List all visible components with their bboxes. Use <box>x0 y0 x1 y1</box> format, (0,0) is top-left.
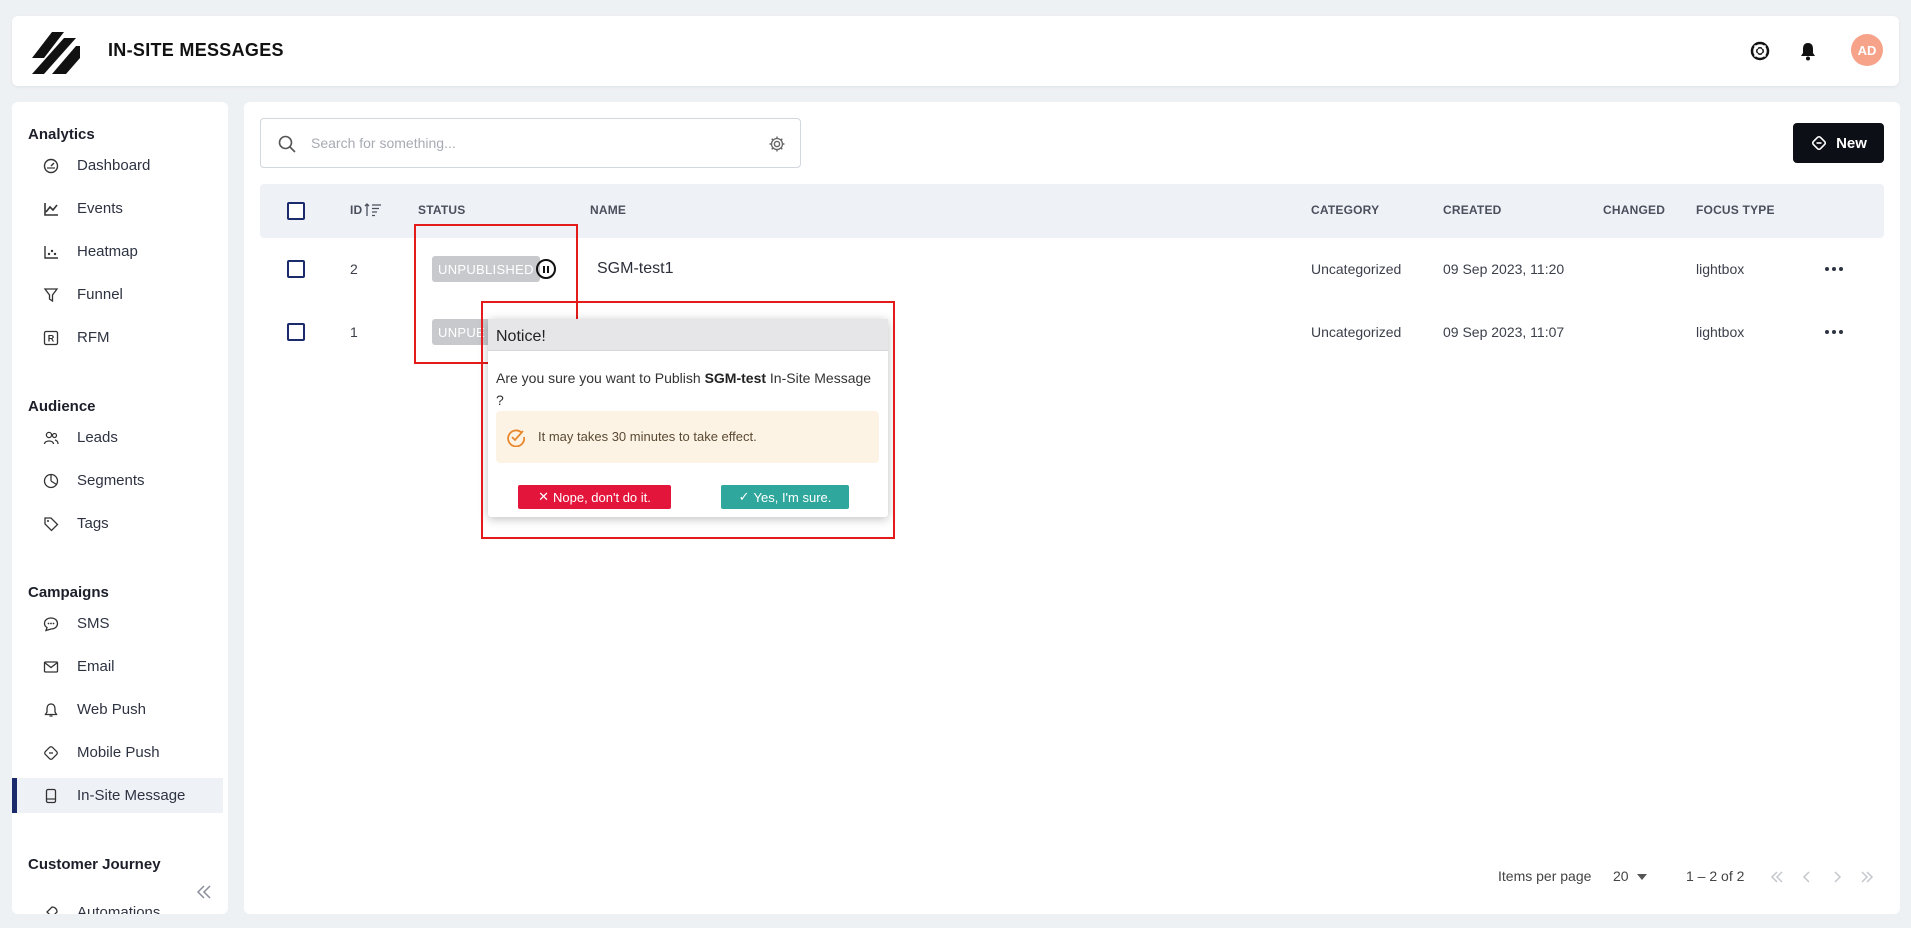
svg-text:R: R <box>48 333 55 343</box>
sidebar-item-heatmap[interactable]: Heatmap <box>12 234 223 269</box>
more-icon[interactable] <box>1825 330 1843 334</box>
sidebar-item-label: Tags <box>77 515 109 532</box>
sidebar-item-automations[interactable]: Automations <box>12 895 223 914</box>
sidebar-item-label: Email <box>77 658 115 675</box>
users-icon <box>42 429 60 447</box>
new-button-label: New <box>1836 134 1867 152</box>
search-icon <box>278 135 296 153</box>
column-id[interactable]: ID <box>350 203 362 217</box>
sidebar-item-sms[interactable]: SMS <box>12 606 223 641</box>
support-icon[interactable] <box>1747 38 1773 64</box>
row-created: 09 Sep 2023, 11:07 <box>1443 324 1565 340</box>
more-icon[interactable] <box>1825 267 1843 271</box>
select-all-checkbox[interactable] <box>287 202 305 220</box>
bell-outline-icon <box>42 701 60 719</box>
sidebar-item-label: RFM <box>77 329 110 346</box>
chevron-down-icon <box>1637 874 1647 880</box>
collapse-sidebar-icon[interactable] <box>194 882 214 902</box>
row-name[interactable]: SGM-test1 <box>597 260 673 278</box>
device-icon <box>42 787 60 805</box>
column-status: STATUS <box>418 203 466 217</box>
row-focus-type: lightbox <box>1696 324 1745 340</box>
sidebar-item-web-push[interactable]: Web Push <box>12 692 223 727</box>
items-per-page-label: Items per page <box>1498 868 1592 884</box>
pagination: Items per page 20 1 – 2 of 2 <box>244 862 1900 892</box>
column-focus-type: FOCUS TYPE <box>1696 203 1775 217</box>
sidebar-item-label: Leads <box>77 429 118 446</box>
row-created: 09 Sep 2023, 11:20 <box>1443 261 1565 277</box>
sidebar-item-label: Heatmap <box>77 243 138 260</box>
last-page-icon[interactable] <box>1858 868 1876 886</box>
rfm-icon: R <box>42 329 60 347</box>
funnel-icon <box>42 286 60 304</box>
column-category: CATEGORY <box>1311 203 1380 217</box>
sidebar-item-label: Funnel <box>77 286 123 303</box>
first-page-icon[interactable] <box>1768 868 1786 886</box>
page-range: 1 – 2 of 2 <box>1686 868 1745 884</box>
line-chart-icon <box>42 200 60 218</box>
sidebar: Analytics Dashboard Events Heatmap Funne… <box>12 102 228 914</box>
row-id: 1 <box>350 324 358 340</box>
column-name: NAME <box>590 203 627 217</box>
sidebar-item-label: Web Push <box>77 701 146 718</box>
sidebar-item-segments[interactable]: Segments <box>12 463 223 498</box>
mobile-push-icon <box>42 744 60 762</box>
gauge-icon <box>42 157 60 175</box>
row-id: 2 <box>350 261 358 277</box>
sidebar-item-funnel[interactable]: Funnel <box>12 277 223 312</box>
sidebar-item-rfm[interactable]: R RFM <box>12 320 223 355</box>
sidebar-section-audience: Audience <box>28 398 96 415</box>
page-size-select[interactable]: 20 <box>1613 866 1653 888</box>
avatar[interactable]: AD <box>1851 34 1883 66</box>
chat-icon <box>42 615 60 633</box>
column-created: CREATED <box>1443 203 1502 217</box>
sidebar-section-analytics: Analytics <box>28 126 95 143</box>
sidebar-item-in-site-message[interactable]: In-Site Message <box>12 778 223 813</box>
gear-icon[interactable] <box>768 135 786 153</box>
row-focus-type: lightbox <box>1696 261 1745 277</box>
row-checkbox[interactable] <box>287 323 305 341</box>
column-changed: CHANGED <box>1603 203 1666 217</box>
sidebar-item-label: Mobile Push <box>77 744 160 761</box>
tag-icon <box>42 515 60 533</box>
scatter-chart-icon <box>42 243 60 261</box>
next-page-icon[interactable] <box>1828 868 1846 886</box>
sidebar-section-customer-journey: Customer Journey <box>28 856 161 873</box>
search-box <box>260 118 801 168</box>
bell-icon[interactable] <box>1795 38 1821 64</box>
sidebar-item-label: In-Site Message <box>77 787 186 804</box>
sidebar-item-label: Dashboard <box>77 157 151 174</box>
row-category: Uncategorized <box>1311 261 1402 277</box>
sort-icon[interactable] <box>364 202 382 218</box>
new-button[interactable]: New <box>1793 123 1884 163</box>
popover-highlight-box <box>481 301 895 539</box>
mobile-push-icon <box>1812 135 1827 151</box>
sidebar-item-events[interactable]: Events <box>12 191 223 226</box>
row-category: Uncategorized <box>1311 324 1402 340</box>
brand-logo <box>32 32 80 74</box>
page-title: IN-SITE MESSAGES <box>108 40 284 60</box>
pie-icon <box>42 472 60 490</box>
sidebar-item-dashboard[interactable]: Dashboard <box>12 148 223 183</box>
sidebar-item-label: Segments <box>77 472 145 489</box>
previous-page-icon[interactable] <box>1798 868 1816 886</box>
sidebar-item-label: SMS <box>77 615 110 632</box>
mail-icon <box>42 658 60 676</box>
sidebar-item-label: Events <box>77 200 123 217</box>
sidebar-item-tags[interactable]: Tags <box>12 506 223 541</box>
sidebar-item-email[interactable]: Email <box>12 649 223 684</box>
row-checkbox[interactable] <box>287 260 305 278</box>
sidebar-item-mobile-push[interactable]: Mobile Push <box>12 735 223 770</box>
app-header: IN-SITE MESSAGES AD <box>12 16 1899 86</box>
page-size-value: 20 <box>1613 868 1629 884</box>
rocket-icon <box>42 904 60 914</box>
sidebar-item-leads[interactable]: Leads <box>12 420 223 455</box>
search-input[interactable] <box>311 131 751 155</box>
sidebar-item-label: Automations <box>77 904 161 914</box>
sidebar-section-campaigns: Campaigns <box>28 584 109 601</box>
